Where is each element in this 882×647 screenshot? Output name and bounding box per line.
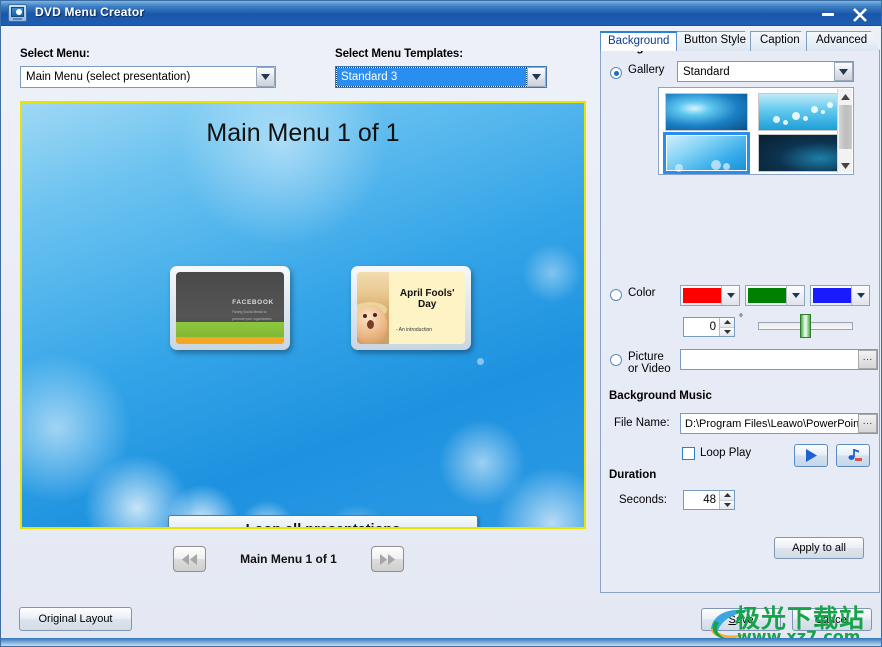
gradient-angle-value: 0 <box>709 321 716 333</box>
gallery-thumb-dark-teal-swirl[interactable] <box>758 134 841 172</box>
select-menu-dropdown[interactable]: Main Menu (select presentation) <box>20 66 276 88</box>
tab-advanced[interactable]: Advanced <box>806 31 880 51</box>
browse-music-button[interactable]: ··· <box>858 414 877 433</box>
gradient-angle-spinner[interactable]: 0 <box>683 317 735 337</box>
tab-background[interactable]: Background <box>600 31 677 51</box>
menu-page-indicator: Main Menu 1 of 1 <box>240 552 337 566</box>
thumb2-title: April Fools' Day <box>399 287 455 311</box>
cancel-accel: C <box>814 613 823 626</box>
chevron-down-icon[interactable] <box>721 286 739 305</box>
window-title: DVD Menu Creator <box>35 5 145 19</box>
gallery-label: Gallery <box>628 64 665 76</box>
radio-gallery[interactable] <box>610 67 622 79</box>
next-menu-button[interactable] <box>371 546 404 572</box>
seconds-stepper[interactable] <box>719 491 734 509</box>
color-swatch-2 <box>748 288 787 303</box>
stepper-down-icon[interactable] <box>720 327 734 336</box>
original-layout-button[interactable]: Original Layout <box>19 607 132 631</box>
color-picker-2[interactable] <box>745 285 805 306</box>
radio-picture-or-video[interactable] <box>610 354 622 366</box>
seconds-spinner[interactable]: 48 <box>683 490 735 510</box>
bokeh-decoration <box>492 463 584 527</box>
chevron-down-icon[interactable] <box>834 62 853 81</box>
status-bar <box>1 638 881 646</box>
degree-symbol: ° <box>739 313 743 324</box>
gallery-dropdown[interactable]: Standard <box>677 61 854 82</box>
gradient-slider-knob[interactable] <box>800 314 811 338</box>
chevron-down-icon[interactable] <box>256 67 275 87</box>
color-picker-3[interactable] <box>810 285 870 306</box>
menu-preview-stage[interactable]: Main Menu 1 of 1 FACEBOOK Facing Social … <box>20 101 586 529</box>
color-swatch-1 <box>683 288 722 303</box>
radio-color[interactable] <box>610 289 622 301</box>
chevron-down-icon[interactable] <box>527 67 546 87</box>
gallery-value: Standard <box>683 65 730 78</box>
stepper-down-icon[interactable] <box>720 500 734 509</box>
select-template-dropdown[interactable]: Standard 3 <box>335 66 547 88</box>
browse-picture-button[interactable]: ··· <box>858 350 877 369</box>
apply-to-all-button[interactable]: Apply to all <box>774 537 864 559</box>
file-name-label: File Name: <box>614 417 670 429</box>
bokeh-decoration <box>477 358 484 365</box>
stepper-up-icon[interactable] <box>720 491 734 501</box>
gallery-thumb-blue-bokeh-dots[interactable] <box>758 93 841 131</box>
select-template-value: Standard 3 <box>336 67 527 87</box>
duration-heading: Duration <box>609 469 657 481</box>
cancel-button[interactable]: Cancel <box>792 608 872 631</box>
preview-title: Main Menu 1 of 1 <box>206 119 400 147</box>
background-music-heading: Background Music <box>609 390 712 402</box>
seconds-value: 48 <box>703 494 716 506</box>
chevron-down-icon[interactable] <box>851 286 869 305</box>
properties-panel: Background Button Style Caption Advanced… <box>600 31 880 593</box>
previous-menu-button[interactable] <box>173 546 206 572</box>
title-bar: DVD Menu Creator <box>1 1 881 26</box>
music-file-input[interactable]: D:\Program Files\Leawo\PowerPoin ··· <box>680 413 878 434</box>
picture-path-input[interactable]: ··· <box>680 349 878 370</box>
thumb1-title: FACEBOOK <box>232 299 274 307</box>
scroll-down-icon[interactable] <box>838 158 853 173</box>
play-icon[interactable] <box>794 444 828 467</box>
gallery-thumb-light-blue-bokeh[interactable] <box>663 132 750 174</box>
save-accel: S <box>728 613 736 626</box>
gallery-thumb-blue-wisp[interactable] <box>665 93 748 131</box>
bokeh-decoration <box>22 353 132 503</box>
music-note-icon[interactable] <box>836 444 870 467</box>
seconds-label: Seconds: <box>619 494 667 506</box>
tab-caption[interactable]: Caption <box>750 31 810 51</box>
chevron-down-icon[interactable] <box>786 286 804 305</box>
angle-stepper[interactable] <box>719 318 734 336</box>
music-file-value: D:\Program Files\Leawo\PowerPoin <box>685 417 858 430</box>
stepper-up-icon[interactable] <box>720 318 734 328</box>
color-swatch-3 <box>813 288 852 303</box>
scrollbar-thumb[interactable] <box>839 105 852 149</box>
loop-all-presentations-button[interactable]: Loop all presentations <box>168 515 478 527</box>
loop-play-checkbox[interactable] <box>682 447 695 460</box>
bokeh-decoration <box>437 418 527 508</box>
tab-strip: Background Button Style Caption Advanced <box>600 31 880 51</box>
tab-button-style[interactable]: Button Style <box>674 31 754 51</box>
presentation-thumbnail-1[interactable]: FACEBOOK Facing Social Media to promote … <box>170 266 290 350</box>
save-button[interactable]: Save <box>701 608 781 631</box>
cancel-rest: ancel <box>822 613 850 626</box>
dvd-menu-creator-window: DVD Menu Creator Select Menu: Main Menu … <box>0 0 882 647</box>
picture-or-video-label: Picture or Video <box>628 351 671 375</box>
save-rest: ave <box>735 613 754 626</box>
loop-play-label: Loop Play <box>700 447 752 459</box>
gallery-scrollbar[interactable] <box>837 89 852 173</box>
gallery-thumbnail-list[interactable] <box>658 87 854 175</box>
select-menu-value: Main Menu (select presentation) <box>26 71 191 83</box>
select-menu-label: Select Menu: <box>20 48 90 60</box>
color-label: Color <box>628 287 656 299</box>
app-icon <box>8 4 27 22</box>
bokeh-decoration <box>522 243 582 303</box>
thumb2-subtitle: - An introduction <box>395 326 433 333</box>
select-templates-label: Select Menu Templates: <box>335 48 463 60</box>
presentation-thumbnail-2[interactable]: April Fools' Day - An introduction <box>351 266 471 350</box>
thumb1-subtitle: Facing Social Media to promote your orga… <box>232 310 272 321</box>
color-picker-1[interactable] <box>680 285 740 306</box>
scroll-up-icon[interactable] <box>838 89 852 104</box>
close-icon[interactable] <box>847 3 873 23</box>
minimize-button[interactable] <box>815 3 841 23</box>
